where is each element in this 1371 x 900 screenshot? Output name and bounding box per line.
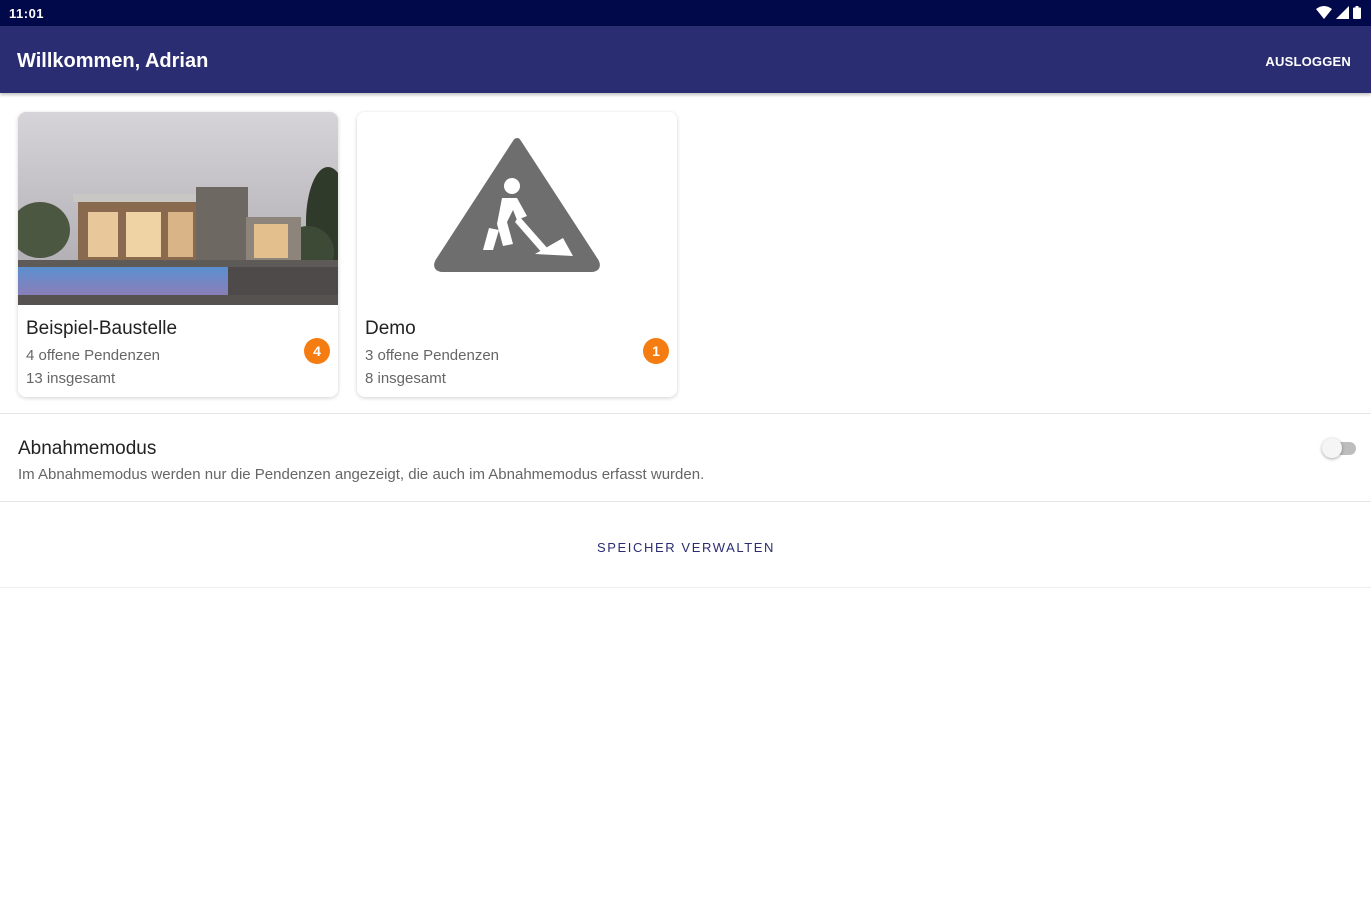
app-bar: Willkommen, Adrian AUSLOGGEN xyxy=(0,26,1371,93)
divider xyxy=(0,587,1371,588)
project-name: Beispiel-Baustelle xyxy=(26,318,178,339)
open-count-badge: 4 xyxy=(304,338,330,364)
project-card[interactable]: Demo 3 offene Pendenzen 8 insgesamt 1 xyxy=(357,112,677,397)
acceptance-mode-toggle[interactable] xyxy=(1322,438,1358,460)
project-total-count: 8 insgesamt xyxy=(365,370,446,387)
status-bar: 11:01 xyxy=(0,0,1371,26)
page-title: Willkommen, Adrian xyxy=(17,50,209,72)
battery-icon xyxy=(1353,6,1361,19)
manage-storage-button[interactable]: SPEICHER VERWALTEN xyxy=(560,532,812,562)
open-count-badge: 1 xyxy=(643,338,669,364)
house-photo xyxy=(18,112,338,305)
divider xyxy=(0,501,1371,502)
acceptance-mode-description: Im Abnahmemodus werden nur die Pendenzen… xyxy=(18,466,705,483)
construction-sign-icon xyxy=(434,138,600,272)
signal-icon xyxy=(1336,6,1349,19)
project-open-count: 4 offene Pendenzen xyxy=(26,347,161,364)
divider xyxy=(0,413,1371,414)
project-card[interactable]: Beispiel-Baustelle 4 offene Pendenzen 13… xyxy=(18,112,338,397)
logout-button[interactable]: AUSLOGGEN xyxy=(1265,54,1351,69)
status-time: 11:01 xyxy=(9,6,45,21)
wifi-icon xyxy=(1316,6,1332,19)
project-open-count: 3 offene Pendenzen xyxy=(365,347,500,364)
acceptance-mode-title: Abnahmemodus xyxy=(18,438,157,459)
toggle-knob xyxy=(1322,438,1342,458)
project-total-count: 13 insgesamt xyxy=(26,370,116,387)
project-name: Demo xyxy=(365,318,416,339)
status-icons xyxy=(1316,6,1361,19)
